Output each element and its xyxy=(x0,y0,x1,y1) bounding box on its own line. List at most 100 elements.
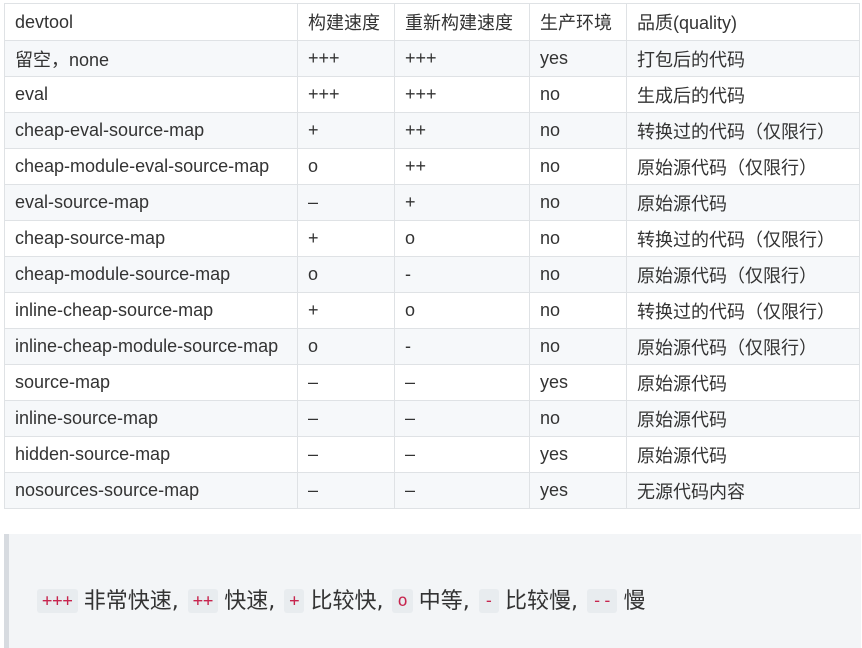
cell-devtool: cheap-eval-source-map xyxy=(4,112,298,149)
cell-build-speed: – xyxy=(297,184,395,221)
header-quality: 品质(quality) xyxy=(626,3,860,41)
cell-production: yes xyxy=(529,436,627,473)
header-production: 生产环境 xyxy=(529,3,627,41)
legend-label-fairly-fast: 比较快, xyxy=(310,589,384,614)
cell-rebuild-speed: +++ xyxy=(394,76,530,113)
header-devtool: devtool xyxy=(4,3,298,41)
cell-quality: 原始源代码 xyxy=(626,364,860,401)
table-row: cheap-source-map + o no 转换过的代码（仅限行） xyxy=(4,220,860,257)
cell-quality: 转换过的代码（仅限行） xyxy=(626,292,860,329)
cell-build-speed: +++ xyxy=(297,40,395,77)
cell-production: no xyxy=(529,220,627,257)
cell-production: no xyxy=(529,112,627,149)
cell-devtool: cheap-module-eval-source-map xyxy=(4,148,298,185)
legend-blockquote: +++ 非常快速, ++ 快速, + 比较快, o 中等, - 比较慢, -- 慢 xyxy=(4,534,861,648)
legend-code-fairly-slow: - xyxy=(478,589,499,613)
cell-rebuild-speed: o xyxy=(394,292,530,329)
table-row: 留空，none +++ +++ yes 打包后的代码 xyxy=(4,40,860,77)
cell-quality: 生成后的代码 xyxy=(626,76,860,113)
table-row: hidden-source-map – – yes 原始源代码 xyxy=(4,436,860,473)
legend-line: +++ 非常快速, ++ 快速, + 比较快, o 中等, - 比较慢, -- 慢 xyxy=(37,583,647,615)
legend-label-medium: 中等, xyxy=(418,589,470,614)
table-header-row: devtool 构建速度 重新构建速度 生产环境 品质(quality) xyxy=(4,3,860,41)
cell-devtool: inline-cheap-module-source-map xyxy=(4,328,298,365)
cell-build-speed: + xyxy=(297,112,395,149)
cell-quality: 原始源代码（仅限行） xyxy=(626,148,860,185)
page: devtool 构建速度 重新构建速度 生产环境 品质(quality) 留空，… xyxy=(0,0,862,648)
table-row: eval +++ +++ no 生成后的代码 xyxy=(4,76,860,113)
table-row: inline-cheap-module-source-map o - no 原始… xyxy=(4,328,860,365)
table-row: cheap-module-source-map o - no 原始源代码（仅限行… xyxy=(4,256,860,293)
table-row: eval-source-map – + no 原始源代码 xyxy=(4,184,860,221)
legend-label-fast: 快速, xyxy=(224,589,276,614)
legend-code-slow: -- xyxy=(586,589,618,613)
cell-production: yes xyxy=(529,364,627,401)
cell-production: no xyxy=(529,76,627,113)
header-rebuild-speed: 重新构建速度 xyxy=(394,3,530,41)
cell-rebuild-speed: +++ xyxy=(394,40,530,77)
cell-build-speed: +++ xyxy=(297,76,395,113)
table-row: cheap-module-eval-source-map o ++ no 原始源… xyxy=(4,148,860,185)
cell-production: yes xyxy=(529,40,627,77)
cell-production: no xyxy=(529,328,627,365)
cell-build-speed: + xyxy=(297,292,395,329)
cell-quality: 无源代码内容 xyxy=(626,472,860,509)
cell-production: no xyxy=(529,292,627,329)
cell-rebuild-speed: – xyxy=(394,472,530,509)
table-row: nosources-source-map – – yes 无源代码内容 xyxy=(4,472,860,509)
cell-production: no xyxy=(529,256,627,293)
cell-rebuild-speed: o xyxy=(394,220,530,257)
cell-build-speed: – xyxy=(297,364,395,401)
cell-quality: 原始源代码 xyxy=(626,436,860,473)
cell-build-speed: – xyxy=(297,436,395,473)
table-row: source-map – – yes 原始源代码 xyxy=(4,364,860,401)
cell-devtool: eval-source-map xyxy=(4,184,298,221)
legend-code-medium: o xyxy=(392,589,413,613)
cell-quality: 原始源代码 xyxy=(626,400,860,437)
cell-rebuild-speed: – xyxy=(394,364,530,401)
legend-code-fast: ++ xyxy=(187,589,219,613)
devtool-comparison-table: devtool 构建速度 重新构建速度 生产环境 品质(quality) 留空，… xyxy=(4,3,860,509)
header-build-speed: 构建速度 xyxy=(297,3,395,41)
legend-label-very-fast: 非常快速, xyxy=(83,589,179,614)
cell-rebuild-speed: - xyxy=(394,328,530,365)
cell-rebuild-speed: + xyxy=(394,184,530,221)
cell-devtool: nosources-source-map xyxy=(4,472,298,509)
cell-quality: 打包后的代码 xyxy=(626,40,860,77)
cell-rebuild-speed: ++ xyxy=(394,148,530,185)
cell-rebuild-speed: – xyxy=(394,436,530,473)
cell-quality: 转换过的代码（仅限行） xyxy=(626,112,860,149)
cell-rebuild-speed: - xyxy=(394,256,530,293)
cell-build-speed: o xyxy=(297,328,395,365)
cell-quality: 原始源代码（仅限行） xyxy=(626,328,860,365)
cell-build-speed: o xyxy=(297,256,395,293)
cell-production: no xyxy=(529,148,627,185)
legend-code-fairly-fast: + xyxy=(284,589,305,613)
table-row: cheap-eval-source-map + ++ no 转换过的代码（仅限行… xyxy=(4,112,860,149)
cell-rebuild-speed: – xyxy=(394,400,530,437)
cell-devtool: cheap-module-source-map xyxy=(4,256,298,293)
legend-code-very-fast: +++ xyxy=(37,589,78,613)
cell-quality: 转换过的代码（仅限行） xyxy=(626,220,860,257)
cell-devtool: 留空，none xyxy=(4,40,298,77)
cell-build-speed: + xyxy=(297,220,395,257)
cell-devtool: inline-cheap-source-map xyxy=(4,292,298,329)
cell-production: no xyxy=(529,184,627,221)
cell-devtool: source-map xyxy=(4,364,298,401)
cell-production: yes xyxy=(529,472,627,509)
table-row: inline-cheap-source-map + o no 转换过的代码（仅限… xyxy=(4,292,860,329)
legend-label-fairly-slow: 比较慢, xyxy=(504,589,578,614)
table-body: 留空，none +++ +++ yes 打包后的代码 eval +++ +++ … xyxy=(4,40,860,509)
cell-quality: 原始源代码（仅限行） xyxy=(626,256,860,293)
cell-build-speed: – xyxy=(297,400,395,437)
cell-devtool: inline-source-map xyxy=(4,400,298,437)
cell-build-speed: – xyxy=(297,472,395,509)
cell-rebuild-speed: ++ xyxy=(394,112,530,149)
cell-build-speed: o xyxy=(297,148,395,185)
table-row: inline-source-map – – no 原始源代码 xyxy=(4,400,860,437)
cell-devtool: hidden-source-map xyxy=(4,436,298,473)
cell-production: no xyxy=(529,400,627,437)
cell-devtool: eval xyxy=(4,76,298,113)
cell-quality: 原始源代码 xyxy=(626,184,860,221)
legend-label-slow: 慢 xyxy=(623,589,646,614)
